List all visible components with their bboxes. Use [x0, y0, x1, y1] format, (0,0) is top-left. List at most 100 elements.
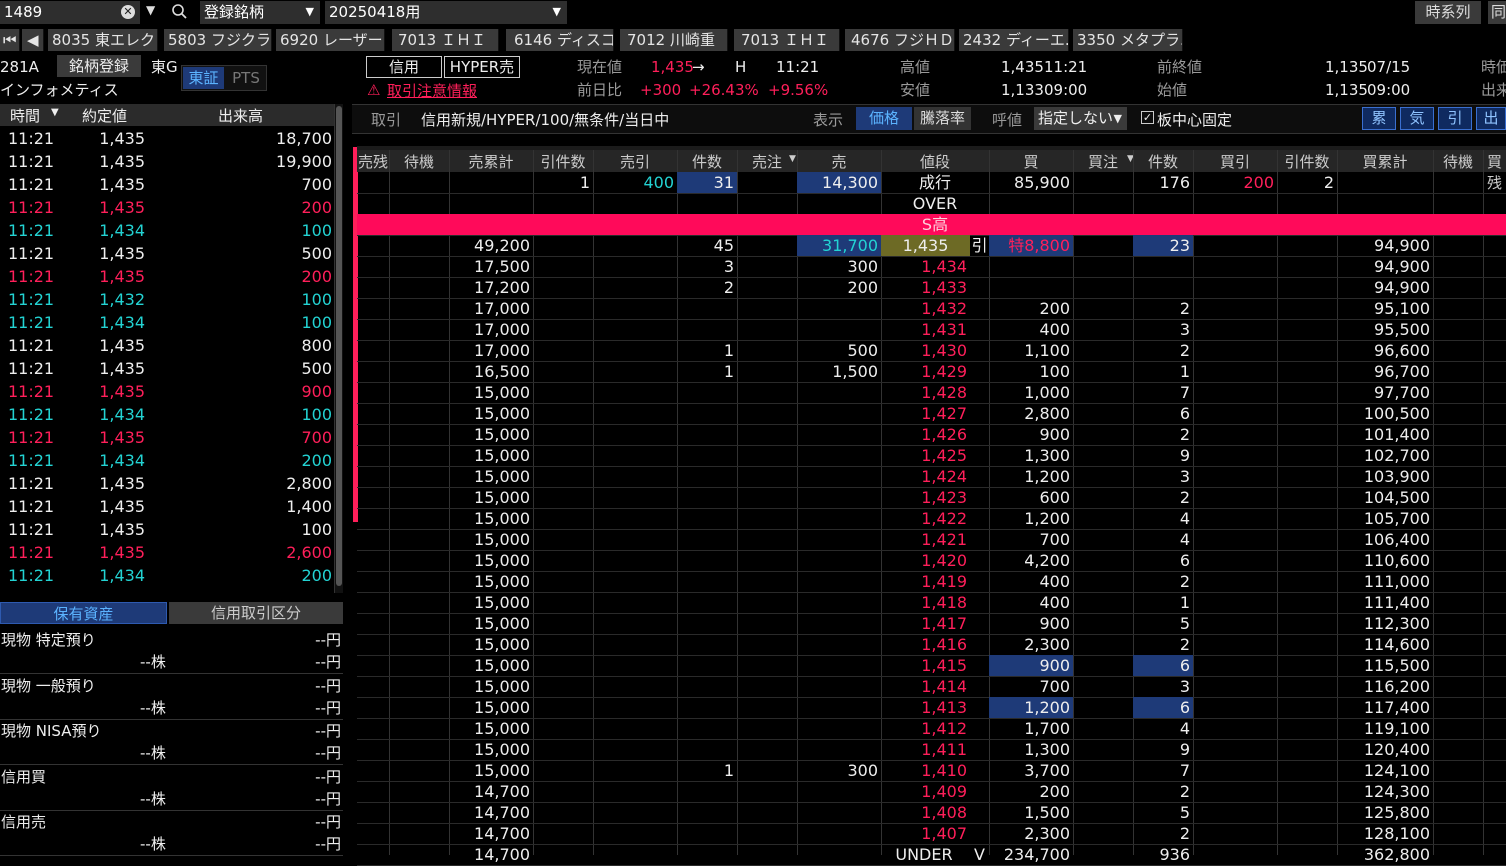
buy-cumulative: 96,600 [1374, 341, 1430, 360]
cumulative-button[interactable]: 累 [1362, 107, 1396, 130]
center-fix-label: 板中心固定 [1157, 111, 1233, 129]
chevron-down-icon[interactable]: ▼ [146, 3, 155, 17]
tab-stock[interactable]: 7013 ＩＨＩ [392, 29, 499, 51]
tick-time: 11:21 [8, 267, 55, 286]
tick-row: 11:21 1,435 900 [0, 380, 334, 403]
same-button[interactable]: 同 [1488, 1, 1506, 24]
search-icon[interactable] [170, 2, 188, 20]
buy-count: 2 [1179, 824, 1190, 843]
quote-button[interactable]: 気 [1400, 107, 1434, 130]
price-level-row: 15,000 1,427 2,800 6 100,500 [357, 403, 1506, 424]
tab-stock[interactable]: 8035 東エレク [48, 29, 158, 51]
tick-row: 11:21 1,435 700 [0, 173, 334, 196]
price-cell: 1,409 [921, 782, 967, 801]
buy-qty: 700 [1039, 677, 1070, 696]
tick-volume: 19,900 [276, 152, 332, 171]
tab-stock[interactable]: 7012 川崎重 [620, 29, 728, 51]
close-order-button[interactable]: 引 [1438, 107, 1472, 130]
book-header-cell[interactable]: 売注 [737, 151, 797, 172]
price-level-row: 17,500 3 300 1,434 94,900 [357, 256, 1506, 277]
price-toggle-button[interactable]: 価格 [856, 107, 912, 130]
asset-divider [0, 855, 343, 856]
watchlist-label: 登録銘柄 [204, 3, 265, 21]
buy-count: 3 [1179, 677, 1190, 696]
ticks-scrollbar[interactable] [334, 104, 343, 593]
tick-volume: 2,600 [286, 543, 332, 562]
price-arrow: → [692, 58, 705, 76]
book-header-cell[interactable]: 買注 [1073, 151, 1133, 172]
buy-cumulative: 116,200 [1363, 677, 1430, 696]
tab-stock[interactable]: 4676 フジＨＤ [845, 29, 955, 51]
tab-margin-category[interactable]: 信用取引区分 [169, 602, 343, 624]
toshou-button[interactable]: 東証 [183, 67, 224, 89]
trade-settings[interactable]: 信用新規/HYPER/100/無条件/当日中 [421, 110, 669, 130]
price-level-row: 14,700 1,407 2,300 2 128,100 [357, 823, 1506, 844]
ratio-toggle-button[interactable]: 騰落率 [914, 107, 971, 130]
tick-size-select[interactable]: 指定しない ▼ [1034, 107, 1127, 130]
current-price: 1,435 [651, 58, 694, 76]
ticks-header-time[interactable]: 時間 [10, 105, 40, 126]
sell-cumulative: 15,000 [474, 677, 530, 696]
margin-button[interactable]: 信用 [366, 56, 442, 78]
sort-down-icon[interactable]: ▼ [51, 107, 59, 118]
trading-caution-link[interactable]: 取引注意情報 [387, 81, 477, 101]
price-cell: 1,412 [921, 719, 967, 738]
buy-qty [989, 277, 1073, 298]
sell-qty [797, 634, 881, 655]
sell-qty: 300 [847, 257, 878, 276]
tick-time: 11:21 [8, 129, 55, 148]
sell-qty [797, 781, 881, 802]
tab-stock[interactable]: 7013 ＩＨＩ [734, 29, 840, 51]
checkbox-icon[interactable]: ✓ [1141, 111, 1154, 124]
prev-close-label: 前終値 [1157, 58, 1203, 76]
code-input[interactable]: 1489 [0, 1, 140, 24]
first-tab-icon[interactable]: ⏮ [0, 29, 20, 51]
sell-count [677, 550, 737, 571]
hyper-sell-button[interactable]: HYPER売 [444, 56, 520, 78]
sell-qty [797, 571, 881, 592]
book-header: 売残 待機 売累計 引件数 売引 件数 売注売値段買買注 件数 買引 引件数 買累計 待機 買残 ▼ ▼ [357, 150, 1506, 192]
sell-qty [797, 676, 881, 697]
tab-stock[interactable]: 5803 フジクラ [164, 29, 272, 51]
current-price-label: 現在値 [577, 58, 623, 76]
sell-count [677, 655, 737, 676]
timeseries-button[interactable]: 時系列 [1415, 1, 1481, 24]
buy-qty [989, 256, 1073, 277]
sell-cumulative: 15,000 [474, 404, 530, 423]
sell-qty [797, 592, 881, 613]
watchlist-select[interactable]: 登録銘柄 ▼ [200, 1, 320, 24]
buy-qty: 1,100 [1024, 341, 1070, 360]
price-level-row: 15,000 1,416 2,300 2 114,600 [357, 634, 1506, 655]
register-stock-button[interactable]: 銘柄登録 [57, 55, 141, 77]
buy-count: 3 [1179, 320, 1190, 339]
sell-qty: 1,500 [832, 362, 878, 381]
tick-row: 11:21 1,434 100 [0, 403, 334, 426]
book-header-cell: 待機 [403, 153, 434, 171]
buy-count [1133, 277, 1193, 298]
price-level-row: 17,000 1,431 400 3 95,500 [357, 319, 1506, 340]
sell-cumulative: 17,500 [474, 257, 530, 276]
tab-stock[interactable]: 2432 ディーエ... [959, 29, 1069, 51]
tab-stock[interactable]: 6146 ディスコ [506, 29, 614, 51]
stock-code: 281A [0, 58, 39, 76]
tick-row: 11:21 1,435 500 [0, 357, 334, 380]
price-level-row: 15,000 1 300 1,410 3,700 7 124,100 [357, 760, 1506, 781]
buy-count: 2 [1179, 635, 1190, 654]
clear-icon[interactable]: ✕ [121, 5, 135, 19]
sell-count [677, 382, 737, 403]
tick-row: 11:21 1,434 200 [0, 564, 334, 587]
prev-tab-icon[interactable]: ◀ [22, 29, 44, 51]
tab-stock[interactable]: 3350 メタプラ... [1073, 29, 1183, 51]
price-cell: 1,415 [921, 656, 967, 675]
volume-button[interactable]: 出 [1476, 107, 1506, 130]
buy-cumulative: 115,500 [1363, 656, 1430, 675]
sell-count: 1 [723, 362, 734, 381]
price-cell: 1,416 [921, 635, 967, 654]
sell-count [677, 718, 737, 739]
tab-holdings[interactable]: 保有資産 [0, 602, 167, 624]
sort-down-icon[interactable]: ▼ [789, 154, 796, 164]
tab-stock[interactable]: 6920 レーザー... [276, 29, 385, 51]
pts-button[interactable]: PTS [226, 67, 266, 89]
tick-volume: 100 [301, 520, 332, 539]
list-select[interactable]: 20250418用 ▼ [325, 1, 567, 24]
